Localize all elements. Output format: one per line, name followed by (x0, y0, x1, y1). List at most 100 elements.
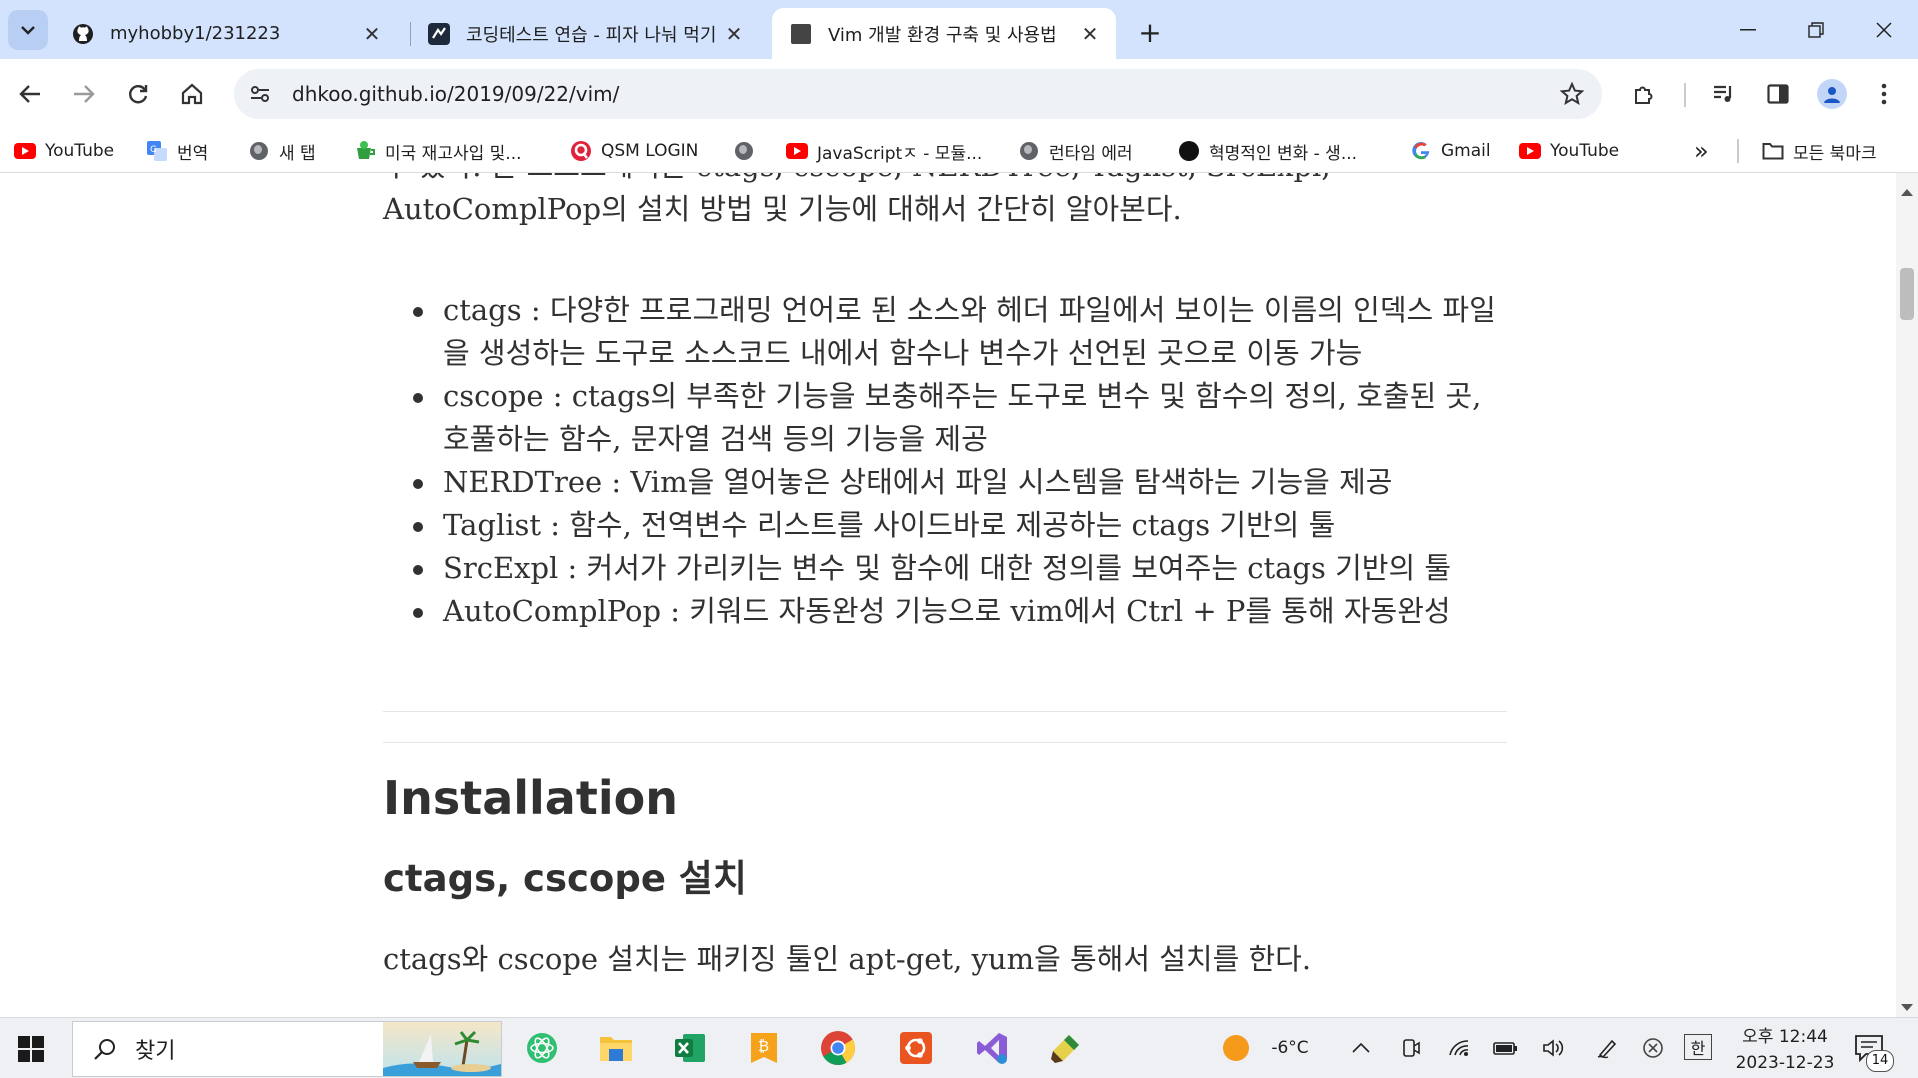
minimize-button[interactable] (1714, 0, 1782, 59)
translate-icon: G (146, 140, 168, 162)
bookmark-new-tab[interactable]: 새 탭 (248, 137, 316, 165)
intro-line: 수 있다. 본 포스트에서는 ctags, cscope, NERDTree, … (383, 173, 1507, 188)
tab-github[interactable]: myhobby1/231223 ✕ (54, 8, 398, 59)
bookmark-javascript[interactable]: JavaScriptㅈ - 모듈... (786, 137, 982, 165)
notification-count-badge: 14 (1866, 1050, 1894, 1072)
tab-programmers[interactable]: 코딩테스트 연습 - 피자 나눠 먹기 ✕ (410, 8, 760, 59)
list-item: Taglist : 함수, 전역변수 리스트를 사이드바로 제공하는 ctags… (413, 504, 1507, 547)
system-clock[interactable]: 오후 12:44 2023-12-23 (1730, 1024, 1840, 1076)
toolbar-divider (1684, 83, 1686, 107)
list-item: NERDTree : Vim을 열어놓은 상태에서 파일 시스템을 탐색하는 기… (413, 461, 1507, 504)
person-icon (1824, 87, 1840, 103)
home-button[interactable] (172, 74, 212, 114)
bookmark-runtime-error[interactable]: 런타임 에러 (1018, 137, 1133, 165)
tab-strip: myhobby1/231223 ✕ 코딩테스트 연습 - 피자 나눠 먹기 ✕ … (0, 0, 1918, 59)
paint-icon[interactable] (1046, 1028, 1086, 1068)
all-bookmarks-button[interactable]: 모든 북마크 (1762, 137, 1877, 165)
bookmark-youtube[interactable]: YouTube (14, 137, 114, 165)
google-icon (1410, 140, 1432, 162)
bookmarks-overflow-button[interactable]: » (1694, 137, 1709, 165)
excel-icon[interactable] (670, 1028, 710, 1068)
window-close-button[interactable] (1850, 0, 1918, 59)
page-scrollbar[interactable] (1896, 173, 1918, 1017)
speaker-icon[interactable] (1540, 1034, 1566, 1062)
ime-indicator[interactable]: 한 (1684, 1034, 1712, 1060)
wifi-icon[interactable] (1446, 1034, 1472, 1062)
bookmark-globe[interactable] (733, 137, 764, 165)
tab-vim-active[interactable]: Vim 개발 환경 구축 및 사용법 ✕ (772, 8, 1116, 59)
taskbar-search-box[interactable]: 찾기 (72, 1021, 502, 1077)
scrollbar-thumb[interactable] (1900, 268, 1914, 320)
qsm-icon (570, 140, 592, 162)
meet-now-icon[interactable] (1398, 1034, 1424, 1062)
bookmarks-divider (1737, 139, 1739, 163)
url-text[interactable]: dhkoo.github.io/2019/09/22/vim/ (292, 82, 1554, 106)
puzzle-icon (1635, 86, 1653, 104)
page-icon (790, 23, 812, 45)
close-icon[interactable]: ✕ (1078, 22, 1102, 46)
site-info-icon[interactable] (242, 76, 278, 112)
side-panel-button[interactable] (1758, 74, 1798, 114)
side-panel-icon (1767, 84, 1789, 104)
chevron-up-icon[interactable] (1348, 1034, 1374, 1062)
bookmark-revolution[interactable]: 혁명적인 변화 - 생... (1178, 137, 1357, 165)
back-button[interactable] (10, 74, 50, 114)
scroll-up-arrow-icon[interactable] (1901, 189, 1913, 196)
file-explorer-icon[interactable] (596, 1028, 636, 1068)
arrow-left-icon (19, 85, 40, 103)
battery-icon[interactable] (1492, 1034, 1520, 1062)
folder-icon (1762, 140, 1784, 162)
bookmarks-bar: YouTube G 번역 새 탭 미국 재고사입 및... QSM LOGIN … (0, 129, 1918, 173)
globe-icon (248, 140, 270, 162)
menu-button[interactable] (1864, 74, 1904, 114)
new-tab-button[interactable]: + (1132, 14, 1168, 50)
search-label: 찾기 (135, 1039, 176, 1064)
chrome-icon[interactable] (818, 1028, 858, 1068)
bookmark-translate[interactable]: G 번역 (146, 137, 208, 165)
bitcoin-app-icon[interactable]: ₿ (744, 1028, 784, 1068)
bookmark-label: 혁명적인 변화 - 생... (1209, 143, 1358, 164)
svg-text:G: G (150, 145, 157, 155)
bookmark-label: QSM LOGIN (601, 141, 699, 161)
install-paragraph: ctags와 cscope 설치는 패키징 툴인 apt-get, yum을 통… (383, 942, 1312, 976)
bookmark-star-icon[interactable] (1554, 76, 1590, 112)
divider (383, 742, 1507, 743)
tab-search-button[interactable] (8, 10, 48, 50)
scroll-down-arrow-icon[interactable] (1901, 1004, 1913, 1011)
bookmark-label: YouTube (1550, 141, 1620, 161)
search-icon (94, 1039, 115, 1060)
github-icon (72, 23, 94, 45)
pen-icon[interactable] (1594, 1034, 1620, 1062)
bookmark-inventory[interactable]: 미국 재고사입 및... (354, 137, 522, 165)
youtube-icon (786, 140, 808, 162)
bookmark-label: Gmail (1441, 141, 1491, 161)
address-bar[interactable]: dhkoo.github.io/2019/09/22/vim/ (234, 69, 1602, 119)
close-circle-icon[interactable] (1640, 1034, 1666, 1062)
close-icon[interactable]: ✕ (722, 22, 746, 46)
restore-button[interactable] (1782, 0, 1850, 59)
windows-start-icon[interactable] (18, 1036, 44, 1062)
weather-temperature[interactable]: -6°C (1260, 1034, 1320, 1062)
reload-icon (129, 85, 148, 104)
bookmark-youtube-2[interactable]: YouTube (1519, 137, 1619, 165)
reload-button[interactable] (118, 74, 158, 114)
youtube-icon (14, 140, 36, 162)
atom-icon[interactable] (522, 1028, 562, 1068)
ubuntu-icon[interactable] (896, 1028, 936, 1068)
list-item: AutoComplPop : 키워드 자동완성 기능으로 vim에서 Ctrl … (413, 590, 1507, 633)
globe-icon (1018, 140, 1040, 162)
heading-installation: Installation (383, 771, 678, 825)
avatar (1817, 79, 1847, 109)
extensions-button[interactable] (1624, 74, 1664, 114)
weather-sun-icon[interactable] (1220, 1034, 1252, 1062)
media-control-button[interactable] (1704, 74, 1744, 114)
green-cup-icon (354, 140, 376, 162)
close-icon[interactable]: ✕ (360, 22, 384, 46)
forward-button[interactable] (64, 74, 104, 114)
bookmark-qsm[interactable]: QSM LOGIN (570, 137, 698, 165)
minimize-icon (1740, 28, 1756, 30)
profile-button[interactable] (1812, 74, 1852, 114)
bookmark-gmail[interactable]: Gmail (1410, 137, 1491, 165)
tab-title: Vim 개발 환경 구축 및 사용법 (828, 24, 1057, 46)
visual-studio-icon[interactable] (972, 1028, 1012, 1068)
